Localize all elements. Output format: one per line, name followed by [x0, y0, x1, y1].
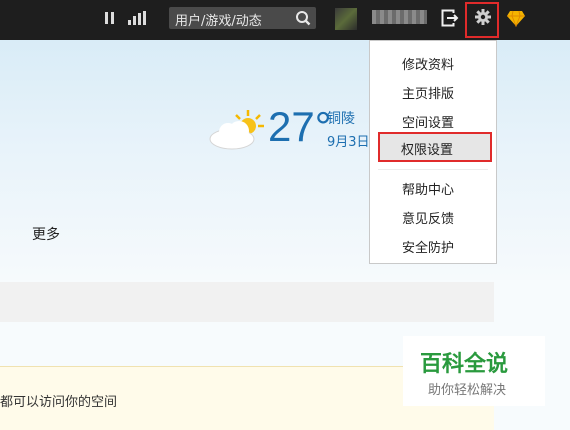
- menu-item-help-center[interactable]: 帮助中心: [402, 179, 454, 198]
- signal-bars-icon[interactable]: [128, 11, 146, 25]
- temperature: 27°: [268, 103, 332, 150]
- partly-sunny-icon: [209, 110, 264, 150]
- more-link[interactable]: 更多: [32, 224, 60, 244]
- menu-item-label: 权限设置: [401, 143, 454, 158]
- menu-item-edit-profile[interactable]: 修改资料: [402, 54, 454, 73]
- watermark-subtitle: 助你轻松解决: [428, 383, 507, 398]
- menu-divider: [378, 169, 488, 170]
- logout-icon[interactable]: [441, 9, 459, 27]
- menu-item-permission-settings[interactable]: 权限设置: [378, 132, 492, 162]
- menu-item-feedback[interactable]: 意见反馈: [402, 208, 454, 227]
- watermark-title: 百科全说: [420, 352, 509, 377]
- menu-item-space-settings[interactable]: 空间设置: [402, 112, 454, 131]
- weather-date: 9月3日: [327, 135, 370, 150]
- search-input[interactable]: 用户/游戏/动态: [175, 10, 262, 29]
- diamond-icon[interactable]: [506, 10, 526, 27]
- pause-icon[interactable]: [104, 12, 116, 24]
- menu-item-homepage-layout[interactable]: 主页排版: [402, 83, 454, 102]
- content-band: [0, 282, 494, 322]
- avatar[interactable]: [335, 8, 357, 30]
- notice-text: 都可以访问你的空间: [0, 395, 118, 410]
- username-blurred[interactable]: [372, 10, 427, 24]
- search-icon[interactable]: [295, 10, 311, 26]
- top-navigation-bar: 用户/游戏/动态: [0, 0, 570, 40]
- search-box[interactable]: 用户/游戏/动态: [169, 7, 316, 29]
- menu-item-security[interactable]: 安全防护: [402, 237, 454, 256]
- weather-city[interactable]: 铜陵: [327, 108, 355, 128]
- gear-icon[interactable]: [474, 8, 492, 26]
